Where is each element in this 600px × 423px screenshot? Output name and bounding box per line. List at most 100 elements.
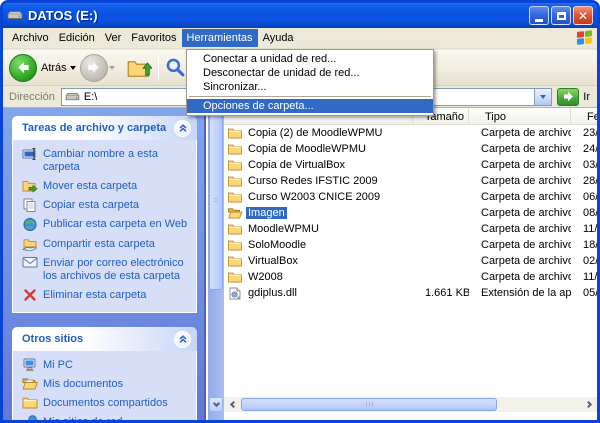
- menu-item-conectar-unidad-red[interactable]: Conectar a unidad de red...: [187, 52, 433, 66]
- task-label: Compartir esta carpeta: [43, 238, 155, 251]
- address-dropdown-button[interactable]: [534, 89, 551, 105]
- file-type: Carpeta de archivos: [481, 191, 571, 203]
- file-row[interactable]: Copia de MoodleWPMU Carpeta de archivos …: [224, 141, 597, 157]
- panel-title: Tareas de archivo y carpeta: [22, 122, 174, 134]
- task-label: Cambiar nombre a esta carpeta: [43, 148, 189, 174]
- file-row[interactable]: gdiplus.dll 1.661 KB Extensión de la apl…: [224, 285, 597, 301]
- task-publish-folder[interactable]: Publicar esta carpeta en Web: [21, 218, 192, 232]
- file-row[interactable]: SoloMoodle Carpeta de archivos 18/: [224, 237, 597, 253]
- folder-icon: [227, 143, 243, 155]
- menu-item-opciones-de-carpeta[interactable]: Opciones de carpeta...: [187, 99, 433, 113]
- windows-logo-icon: [577, 30, 593, 47]
- file-row-selected[interactable]: Imagen Carpeta de archivos 08/: [224, 205, 597, 221]
- file-date: 23/: [583, 127, 597, 139]
- menu-herramientas[interactable]: Herramientas: [182, 29, 258, 47]
- collapse-button[interactable]: [174, 120, 191, 137]
- file-row[interactable]: MoodleWPMU Carpeta de archivos 11/: [224, 221, 597, 237]
- email-icon: [21, 256, 39, 268]
- chevron-left-icon: [229, 401, 236, 408]
- task-label: Mover esta carpeta: [43, 180, 137, 193]
- file-row[interactable]: Copia de VirtualBox Carpeta de archivos …: [224, 157, 597, 173]
- menu-edicion[interactable]: Edición: [54, 29, 100, 47]
- place-my-pc[interactable]: Mi PC: [21, 359, 192, 372]
- chevron-down-icon: [540, 95, 546, 102]
- place-my-documents[interactable]: Mis documentos: [21, 378, 192, 391]
- search-icon: [165, 57, 186, 78]
- menu-favoritos[interactable]: Favoritos: [126, 29, 181, 47]
- file-name: Curso Redes IFSTIC 2009: [246, 175, 380, 187]
- file-type: Carpeta de archivos: [481, 175, 571, 187]
- chevron-up-icon: [178, 334, 188, 344]
- back-label: Atrás: [41, 62, 67, 74]
- panel-title: Otros sitios: [22, 333, 174, 345]
- file-row[interactable]: Copia (2) de MoodleWPMU Carpeta de archi…: [224, 125, 597, 141]
- column-type[interactable]: Tipo: [481, 108, 571, 125]
- file-row[interactable]: W2008 Carpeta de archivos 11/: [224, 269, 597, 285]
- chevron-right-icon: [584, 401, 591, 408]
- task-move-folder[interactable]: Mover esta carpeta: [21, 180, 192, 193]
- chevron-up-icon: [178, 123, 188, 133]
- menu-archivo[interactable]: Archivo: [7, 29, 54, 47]
- forward-button[interactable]: [80, 54, 108, 82]
- task-label: Enviar por correo electrónico los archiv…: [43, 257, 189, 283]
- back-button[interactable]: [9, 54, 37, 82]
- address-label: Dirección: [9, 91, 55, 103]
- file-row[interactable]: Curso Redes IFSTIC 2009 Carpeta de archi…: [224, 173, 597, 189]
- my-documents-icon: [21, 377, 39, 390]
- forward-arrow-icon: [86, 60, 101, 75]
- file-row[interactable]: Curso W2003 CNICE 2009 Carpeta de archiv…: [224, 189, 597, 205]
- search-button[interactable]: [165, 57, 186, 78]
- folder-icon: [227, 223, 243, 235]
- herramientas-dropdown-menu: Conectar a unidad de red... Desconectar …: [186, 49, 434, 116]
- scroll-down-button[interactable]: [209, 397, 223, 412]
- file-type: Carpeta de archivos: [481, 143, 571, 155]
- minimize-icon: [535, 19, 543, 22]
- file-date: 18/: [583, 239, 597, 251]
- task-pane: Tareas de archivo y carpeta Cambiar nomb…: [3, 108, 206, 420]
- go-button[interactable]: [557, 88, 579, 106]
- menu-ayuda[interactable]: Ayuda: [258, 29, 299, 47]
- horizontal-scrollbar[interactable]: [224, 397, 597, 412]
- scroll-left-button[interactable]: [224, 397, 240, 412]
- vertical-scrollbar-thumb[interactable]: [209, 112, 223, 290]
- file-date: 24/: [583, 143, 597, 155]
- task-copy-folder[interactable]: Copiar esta carpeta: [21, 199, 192, 212]
- folder-icon: [227, 127, 243, 139]
- panel-header-file-tasks[interactable]: Tareas de archivo y carpeta: [12, 116, 197, 140]
- file-type: Carpeta de archivos: [481, 207, 571, 219]
- up-button[interactable]: [127, 57, 152, 78]
- scroll-right-button[interactable]: [581, 397, 597, 412]
- scroll-grip: [214, 198, 218, 204]
- menu-item-sincronizar[interactable]: Sincronizar...: [187, 80, 433, 94]
- back-dropdown-caret[interactable]: [70, 66, 76, 73]
- place-label: Mis sitios de red: [43, 416, 122, 420]
- file-date: 28/: [583, 175, 597, 187]
- horizontal-scrollbar-thumb[interactable]: [241, 398, 497, 411]
- menu-item-desconectar-unidad-red[interactable]: Desconectar de unidad de red...: [187, 66, 433, 80]
- maximize-button[interactable]: [551, 6, 571, 25]
- minimize-button[interactable]: [529, 6, 549, 25]
- panel-file-tasks: Tareas de archivo y carpeta Cambiar nomb…: [12, 116, 197, 313]
- drive-icon[interactable]: [7, 10, 23, 21]
- delete-icon: [21, 288, 39, 302]
- task-delete-folder[interactable]: Eliminar esta carpeta: [21, 289, 192, 302]
- task-email-files[interactable]: Enviar por correo electrónico los archiv…: [21, 257, 192, 283]
- place-shared-documents[interactable]: Documentos compartidos: [21, 397, 192, 410]
- folder-icon: [227, 191, 243, 203]
- menu-ver[interactable]: Ver: [100, 29, 127, 47]
- column-date[interactable]: Fe: [583, 108, 597, 125]
- folder-icon: [227, 239, 243, 251]
- back-arrow-icon: [16, 60, 31, 75]
- panel-header-other-places[interactable]: Otros sitios: [12, 327, 197, 351]
- file-name: Curso W2003 CNICE 2009: [246, 191, 382, 203]
- file-row[interactable]: VirtualBox Carpeta de archivos 02/: [224, 253, 597, 269]
- task-share-folder[interactable]: Compartir esta carpeta: [21, 238, 192, 251]
- file-name: MoodleWPMU: [246, 223, 321, 235]
- window-title: DATOS (E:): [28, 8, 527, 23]
- place-network[interactable]: Mis sitios de red: [21, 416, 192, 420]
- collapse-button[interactable]: [174, 331, 191, 348]
- file-name: Imagen: [246, 207, 287, 219]
- close-button[interactable]: ✕: [573, 6, 593, 25]
- task-rename-folder[interactable]: Cambiar nombre a esta carpeta: [21, 148, 192, 174]
- vertical-scrollbar[interactable]: [208, 108, 224, 420]
